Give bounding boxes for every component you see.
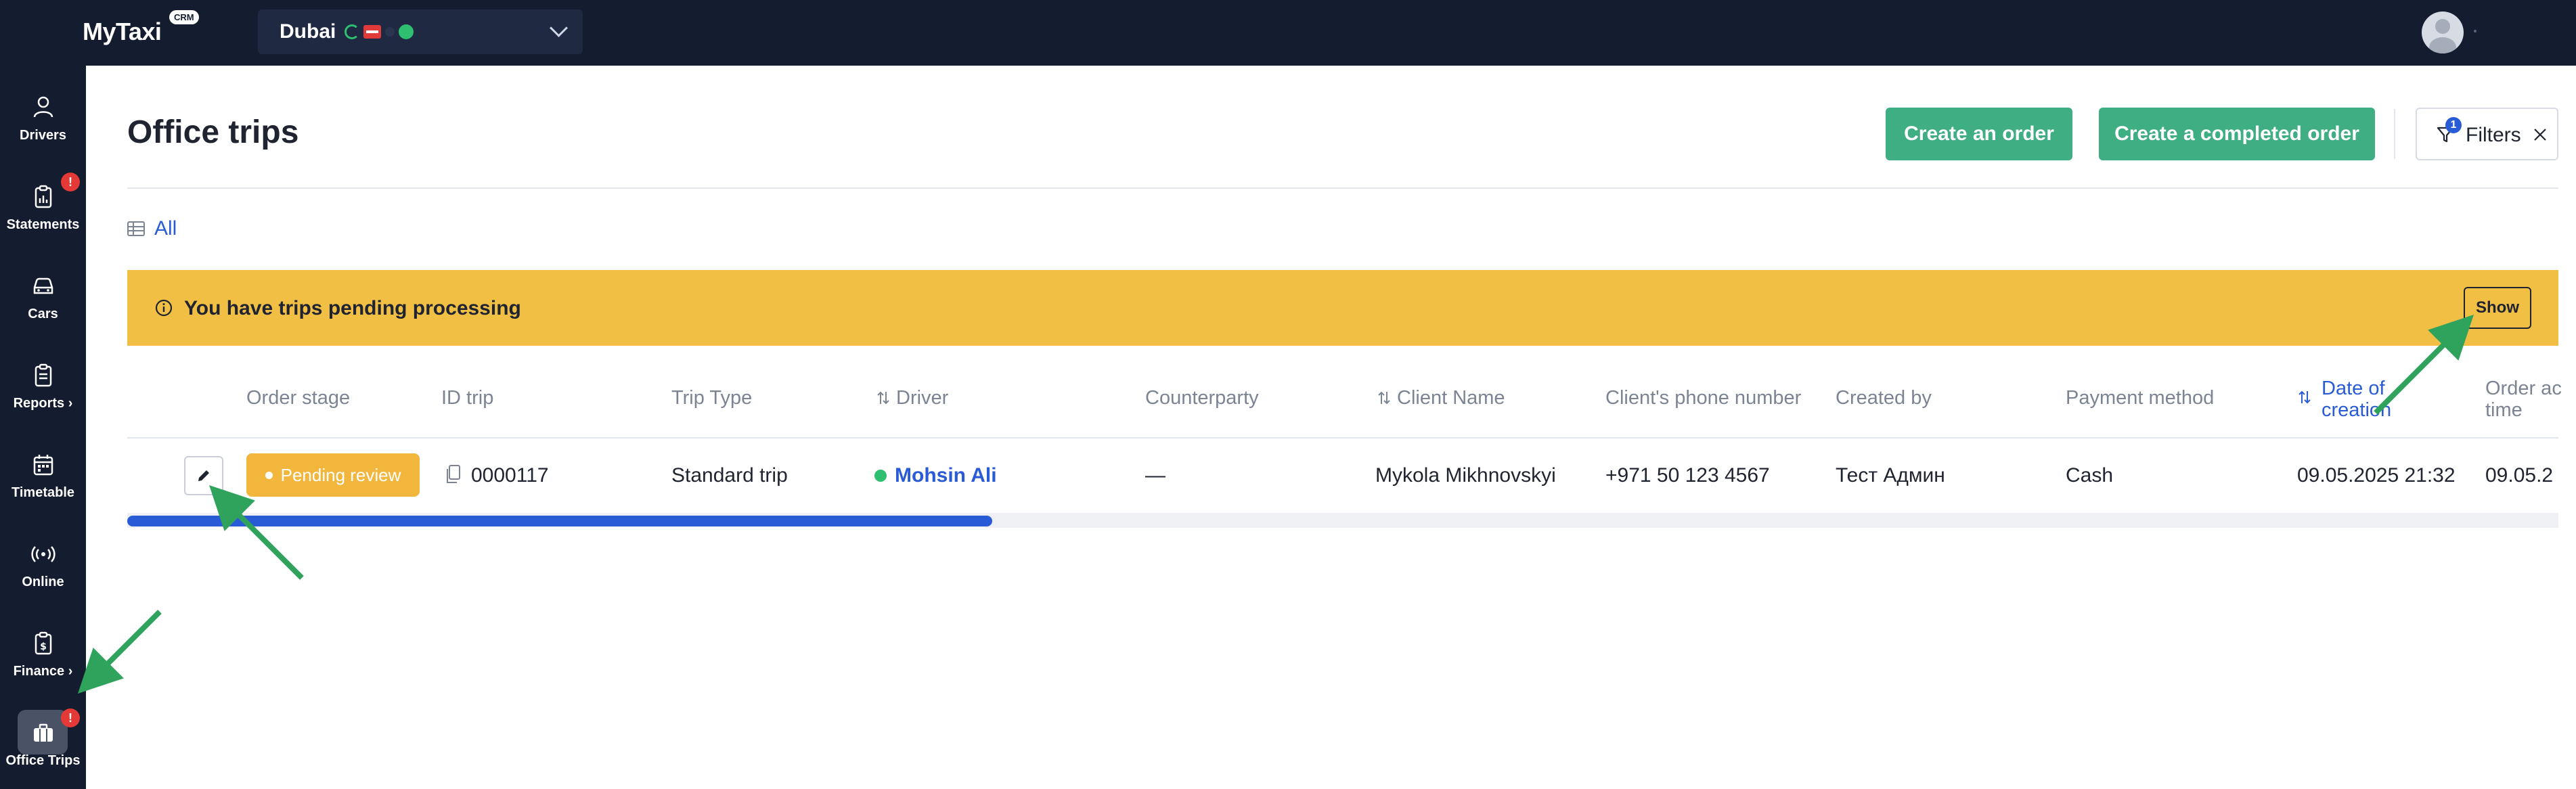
briefcase-icon (34, 723, 53, 742)
cell-driver-link[interactable]: Mohsin Ali (895, 464, 997, 487)
column-header-payment-method[interactable]: Payment method (2066, 387, 2214, 409)
sort-active-icon[interactable] (2299, 390, 2311, 405)
city-name: Dubai (280, 20, 336, 43)
sidebar-item-label: Statements (6, 217, 80, 232)
sidebar-item-label: Finance › (13, 664, 73, 679)
filters-button[interactable]: 1 Filters (2416, 108, 2558, 160)
alert-text: You have trips pending processing (184, 297, 521, 319)
finance-icon: $ (35, 631, 52, 655)
column-header-driver[interactable]: Driver (877, 387, 948, 409)
sidebar-item-label: Office Trips (5, 753, 81, 768)
sidebar-item-label: Online (22, 574, 64, 589)
column-header-label: Date of creation (2322, 378, 2392, 421)
cell-order-time: 09.05.2 (2485, 464, 2554, 487)
sidebar-item-office-trips[interactable]: ! Office Trips (0, 704, 86, 786)
sidebar-item-timetable[interactable]: Timetable (0, 436, 86, 518)
status-badge-label: Pending review (280, 464, 401, 485)
car-icon (33, 277, 53, 294)
pending-trips-alert: You have trips pending processing Show (127, 270, 2558, 346)
alert-badge: ! (61, 173, 80, 191)
column-header-created-by[interactable]: Created by (1836, 387, 1932, 409)
driver-online-dot (874, 470, 887, 482)
show-button[interactable]: Show (2464, 287, 2531, 329)
cell-trip-type: Standard trip (671, 464, 788, 487)
cell-trip-id: 0000117 (471, 464, 549, 487)
close-icon[interactable] (2532, 127, 2548, 143)
create-order-button[interactable]: Create an order (1886, 108, 2072, 160)
calendar-icon (33, 455, 53, 476)
column-header-trip-type[interactable]: Trip Type (671, 387, 752, 409)
column-header-counterparty[interactable]: Counterparty (1145, 387, 1259, 409)
sidebar-item-label: Timetable (12, 485, 74, 500)
create-completed-order-button[interactable]: Create a completed order (2099, 108, 2375, 160)
tab-all[interactable]: All (127, 215, 177, 242)
page-title: Office trips (127, 114, 299, 150)
cell-created-by: Тест Админ (1836, 464, 1945, 487)
cell-counterparty: — (1145, 464, 1165, 487)
sidebar-item-label: Drivers (20, 128, 66, 143)
sidebar-item-drivers[interactable]: Drivers (0, 79, 86, 160)
column-header-order-time[interactable]: Order ac time (2485, 378, 2567, 422)
status-dot (265, 471, 273, 479)
table-icon (127, 221, 145, 236)
filter-count-badge: 1 (2445, 117, 2462, 133)
edit-button[interactable] (184, 456, 223, 495)
sidebar: Drivers ! Statements Cars Reports › Time… (0, 66, 86, 789)
svg-text:$: $ (40, 641, 47, 652)
clipboard-icon (35, 185, 52, 208)
user-avatar[interactable] (2422, 12, 2464, 53)
column-header-label: Driver (896, 387, 949, 409)
tab-all-label: All (154, 217, 177, 240)
cell-date-created: 09.05.2025 21:32 (2297, 464, 2456, 487)
column-header-date-of-creation[interactable]: Date of creation (2299, 378, 2396, 421)
cell-client-name: Mykola Mikhnovskyi (1375, 464, 1556, 487)
report-icon (35, 363, 52, 387)
cell-payment-method: Cash (2066, 464, 2114, 487)
sidebar-item-reports[interactable]: Reports › (0, 347, 86, 428)
broadcast-icon (31, 546, 55, 562)
horizontal-scrollbar-thumb[interactable] (127, 516, 992, 526)
sidebar-item-label: Reports › (13, 396, 73, 411)
sort-icon[interactable] (1378, 390, 1390, 405)
status-online-icon (399, 24, 414, 39)
arrow-to-office-trips (78, 610, 162, 694)
sidebar-item-label: Cars (28, 307, 58, 321)
column-header-label: Client Name (1397, 387, 1505, 409)
city-status-icons (345, 23, 414, 41)
user-icon (33, 96, 53, 118)
info-icon (155, 299, 173, 317)
sidebar-item-finance[interactable]: $ Finance › (0, 615, 86, 696)
alert-badge: ! (61, 708, 80, 727)
column-header-client-name[interactable]: Client Name (1378, 387, 1505, 409)
crm-badge: CRM (169, 10, 199, 24)
flag-icon (363, 25, 381, 39)
app-logo[interactable]: MyTaxi (83, 18, 162, 46)
copy-icon[interactable] (445, 464, 461, 484)
header-divider-line (127, 187, 2558, 189)
sidebar-item-cars[interactable]: Cars (0, 258, 86, 339)
filters-label: Filters (2466, 124, 2521, 146)
city-selector[interactable]: Dubai (258, 9, 583, 54)
chevron-down-icon (550, 19, 568, 37)
column-header-order-stage[interactable]: Order stage (246, 387, 350, 409)
column-header-client-phone[interactable]: Client's phone number (1605, 387, 1801, 409)
top-bar: MyTaxi CRM Dubai (0, 0, 2576, 66)
cell-client-phone: +971 50 123 4567 (1605, 464, 1770, 487)
pencil-icon (198, 470, 209, 481)
sidebar-item-online[interactable]: Online (0, 526, 86, 607)
header-divider (2394, 109, 2395, 159)
dot-icon (385, 27, 395, 37)
menu-dot-icon[interactable] (2474, 30, 2477, 32)
status-badge[interactable]: Pending review (246, 453, 420, 497)
sort-icon[interactable] (877, 390, 889, 405)
column-header-id-trip[interactable]: ID trip (441, 387, 493, 409)
sidebar-item-statements[interactable]: ! Statements (0, 168, 86, 250)
refresh-icon (345, 24, 359, 39)
